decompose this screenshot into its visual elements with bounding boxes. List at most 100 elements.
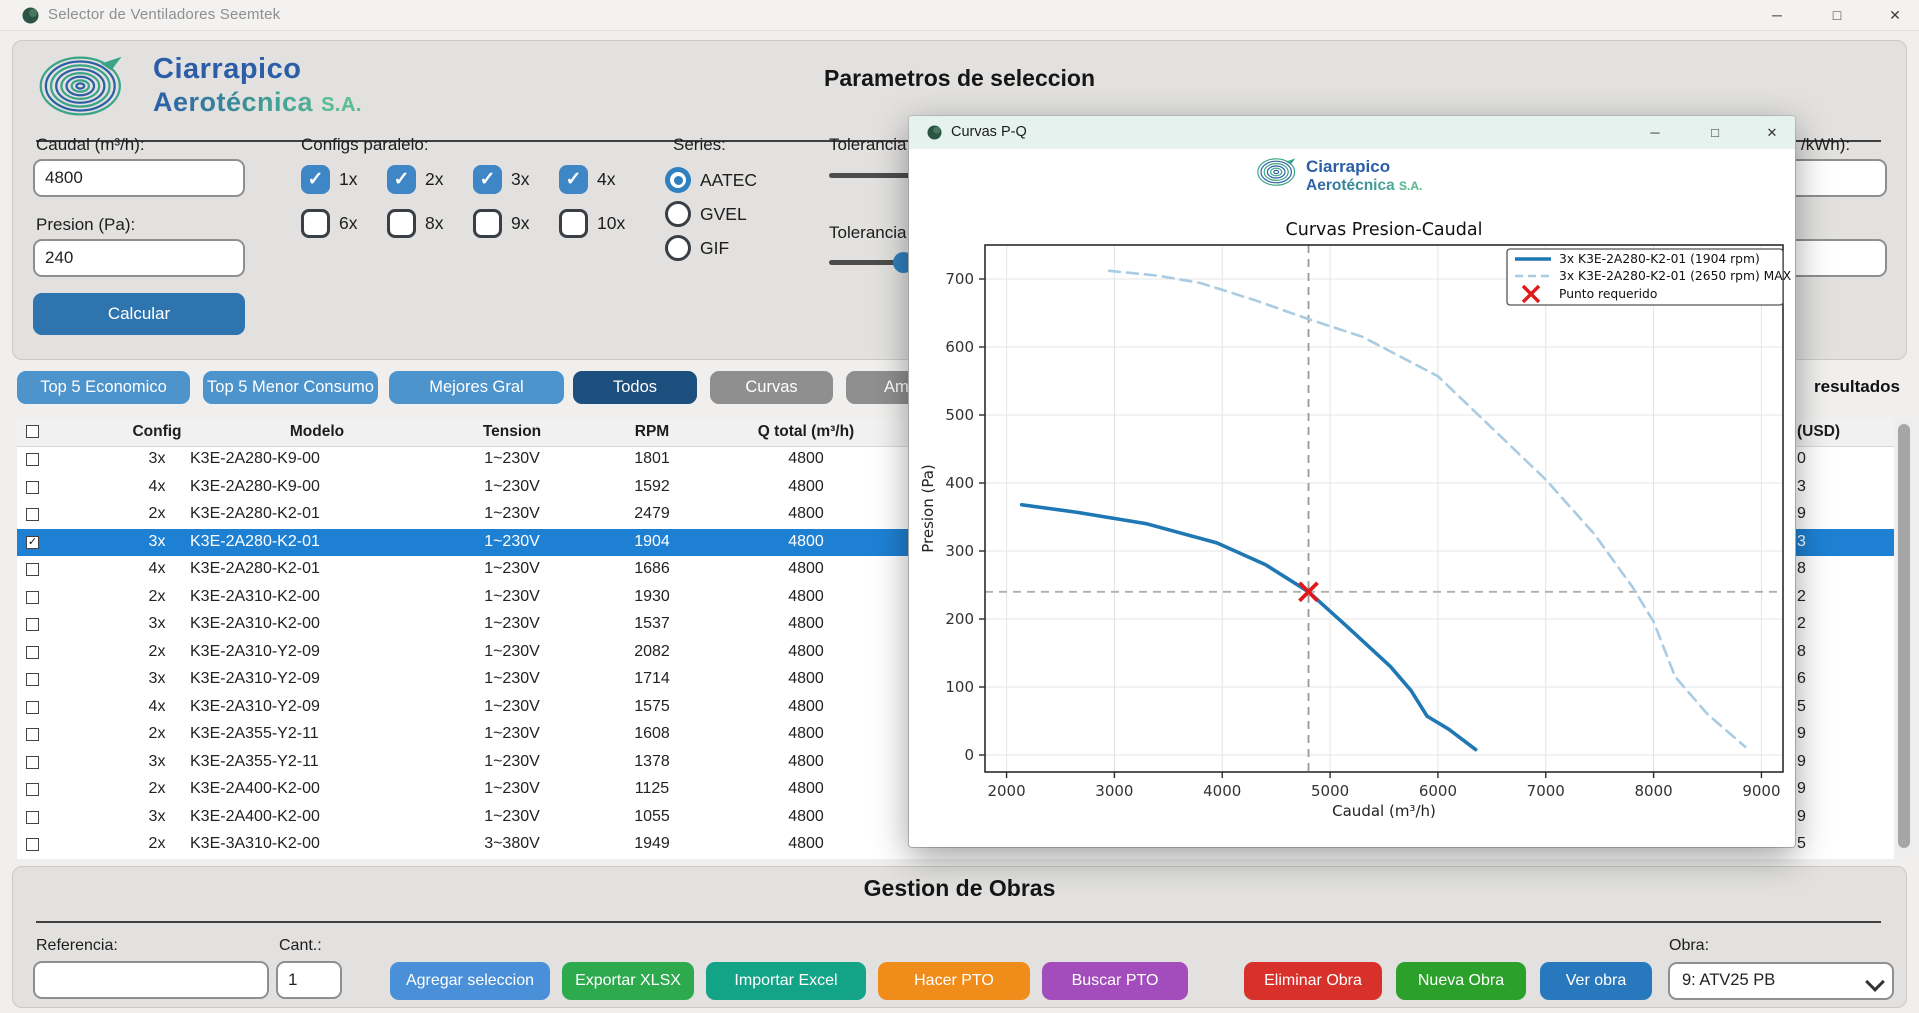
y-tick-label: 100 bbox=[945, 678, 974, 696]
checkbox-unchecked-icon[interactable] bbox=[473, 209, 502, 238]
row-checkbox-checked[interactable]: ✓ bbox=[26, 536, 39, 549]
cell-tension: 3~380V bbox=[432, 835, 592, 853]
minimize-button[interactable]: ─ bbox=[1758, 3, 1796, 27]
series-radio-AATEC[interactable]: AATEC bbox=[665, 163, 757, 197]
tab-curvas[interactable]: Curvas bbox=[710, 371, 833, 404]
buscar-pto-button[interactable]: Buscar PTO bbox=[1042, 962, 1188, 1000]
series-radio-GIF[interactable]: GIF bbox=[665, 231, 757, 265]
cell-rpm: 1592 bbox=[572, 478, 732, 496]
cell-usd_fragment: 9 bbox=[1797, 753, 1806, 771]
exportar-xlsx-button[interactable]: Exportar XLSX bbox=[562, 962, 694, 1000]
caudal-label: Caudal (m³/h): bbox=[36, 135, 145, 155]
cell-usd_fragment: 9 bbox=[1797, 505, 1806, 523]
hacer-pto-button[interactable]: Hacer PTO bbox=[878, 962, 1030, 1000]
close-button[interactable]: ✕ bbox=[1876, 3, 1914, 27]
checkbox-unchecked-icon[interactable] bbox=[301, 209, 330, 238]
row-checkbox[interactable] bbox=[26, 508, 39, 521]
series-radio-GVEL[interactable]: GVEL bbox=[665, 197, 757, 231]
x-tick-label: 9000 bbox=[1742, 782, 1780, 800]
series-radio-label: GIF bbox=[700, 238, 729, 259]
cell-tension: 1~230V bbox=[432, 505, 592, 523]
tab-todos[interactable]: Todos bbox=[573, 371, 697, 404]
chart-title: Curvas Presion-Caudal bbox=[1286, 220, 1483, 240]
row-checkbox[interactable] bbox=[26, 563, 39, 576]
cell-rpm: 1055 bbox=[572, 808, 732, 826]
row-checkbox[interactable] bbox=[26, 618, 39, 631]
checkbox-checked-icon[interactable]: ✓ bbox=[559, 165, 588, 194]
eliminar-obra-button[interactable]: Eliminar Obra bbox=[1244, 962, 1382, 1000]
config-checkbox-label: 8x bbox=[425, 213, 443, 234]
popup-maximize-button[interactable]: □ bbox=[1697, 121, 1733, 144]
config-checkbox-1x[interactable]: ✓1x bbox=[301, 161, 387, 197]
agregar-seleccion-button[interactable]: Agregar seleccion bbox=[390, 962, 550, 1000]
legend-label: 3x K3E-2A280-K2-01 (1904 rpm) bbox=[1559, 252, 1760, 266]
nueva-obra-button[interactable]: Nueva Obra bbox=[1396, 962, 1526, 1000]
cell-tension: 1~230V bbox=[432, 780, 592, 798]
tab-top-5-economico[interactable]: Top 5 Economico bbox=[17, 371, 190, 404]
importar-excel-button[interactable]: Importar Excel bbox=[706, 962, 866, 1000]
header-usd-fragment: (USD) bbox=[1797, 423, 1840, 441]
table-scrollbar[interactable] bbox=[1896, 418, 1912, 859]
config-checkbox-3x[interactable]: ✓3x bbox=[473, 161, 559, 197]
row-checkbox[interactable] bbox=[26, 481, 39, 494]
window-title: Selector de Ventiladores Seemtek bbox=[48, 6, 280, 23]
cell-qtotal: 4800 bbox=[726, 478, 886, 496]
radio-unselected-icon[interactable] bbox=[665, 201, 691, 227]
config-checkbox-8x[interactable]: 8x bbox=[387, 205, 473, 241]
config-checkbox-4x[interactable]: ✓4x bbox=[559, 161, 645, 197]
presion-input[interactable] bbox=[33, 239, 245, 277]
y-tick-label: 0 bbox=[964, 746, 974, 764]
obra-select[interactable]: 9: ATV25 PB bbox=[1668, 962, 1894, 1000]
config-checkbox-label: 9x bbox=[511, 213, 529, 234]
checkbox-checked-icon[interactable]: ✓ bbox=[301, 165, 330, 194]
select-all-checkbox[interactable] bbox=[26, 425, 39, 438]
header-config: Config bbox=[77, 423, 237, 441]
row-checkbox[interactable] bbox=[26, 453, 39, 466]
checkbox-unchecked-icon[interactable] bbox=[387, 209, 416, 238]
tab-top-5-menor-consumo[interactable]: Top 5 Menor Consumo bbox=[203, 371, 378, 404]
row-checkbox[interactable] bbox=[26, 646, 39, 659]
config-checkbox-2x[interactable]: ✓2x bbox=[387, 161, 473, 197]
cell-qtotal: 4800 bbox=[726, 780, 886, 798]
config-checkbox-9x[interactable]: 9x bbox=[473, 205, 559, 241]
cell-qtotal: 4800 bbox=[726, 615, 886, 633]
popup-title: Curvas P-Q bbox=[951, 124, 1027, 140]
cant-input[interactable] bbox=[276, 961, 342, 999]
row-checkbox[interactable] bbox=[26, 756, 39, 769]
row-checkbox[interactable] bbox=[26, 673, 39, 686]
checkbox-unchecked-icon[interactable] bbox=[559, 209, 588, 238]
config-checkbox-10x[interactable]: 10x bbox=[559, 205, 645, 241]
cell-modelo: K3E-2A280-K2-01 bbox=[190, 505, 320, 523]
y-tick-label: 400 bbox=[945, 474, 974, 492]
tab-mejores-gral[interactable]: Mejores Gral bbox=[389, 371, 564, 404]
referencia-label: Referencia: bbox=[36, 937, 118, 955]
row-checkbox[interactable] bbox=[26, 701, 39, 714]
ver-obra-button[interactable]: Ver obra bbox=[1540, 962, 1652, 1000]
row-checkbox[interactable] bbox=[26, 783, 39, 796]
row-checkbox[interactable] bbox=[26, 811, 39, 824]
calcular-button[interactable]: Calcular bbox=[33, 293, 245, 335]
popup-titlebar: Curvas P-Q ─ □ ✕ bbox=[909, 116, 1795, 149]
popup-minimize-button[interactable]: ─ bbox=[1637, 121, 1673, 144]
radio-unselected-icon[interactable] bbox=[665, 235, 691, 261]
checkbox-checked-icon[interactable]: ✓ bbox=[473, 165, 502, 194]
maximize-button[interactable]: □ bbox=[1818, 3, 1856, 27]
popup-close-button[interactable]: ✕ bbox=[1754, 121, 1790, 144]
x-tick-label: 6000 bbox=[1419, 782, 1457, 800]
caudal-input[interactable] bbox=[33, 159, 245, 197]
row-checkbox[interactable] bbox=[26, 838, 39, 851]
checkbox-checked-icon[interactable]: ✓ bbox=[387, 165, 416, 194]
cant-label: Cant.: bbox=[279, 937, 322, 955]
cell-rpm: 1608 bbox=[572, 725, 732, 743]
y-tick-label: 500 bbox=[945, 406, 974, 424]
cell-tension: 1~230V bbox=[432, 725, 592, 743]
referencia-input[interactable] bbox=[33, 961, 269, 999]
radio-selected-icon[interactable] bbox=[665, 167, 691, 193]
table-scrollbar-thumb[interactable] bbox=[1898, 424, 1910, 848]
row-checkbox[interactable] bbox=[26, 591, 39, 604]
x-tick-label: 3000 bbox=[1095, 782, 1133, 800]
series-list: AATECGVEL GIF bbox=[665, 163, 757, 265]
config-checkbox-6x[interactable]: 6x bbox=[301, 205, 387, 241]
row-checkbox[interactable] bbox=[26, 728, 39, 741]
cell-modelo: K3E-2A310-Y2-09 bbox=[190, 643, 320, 661]
